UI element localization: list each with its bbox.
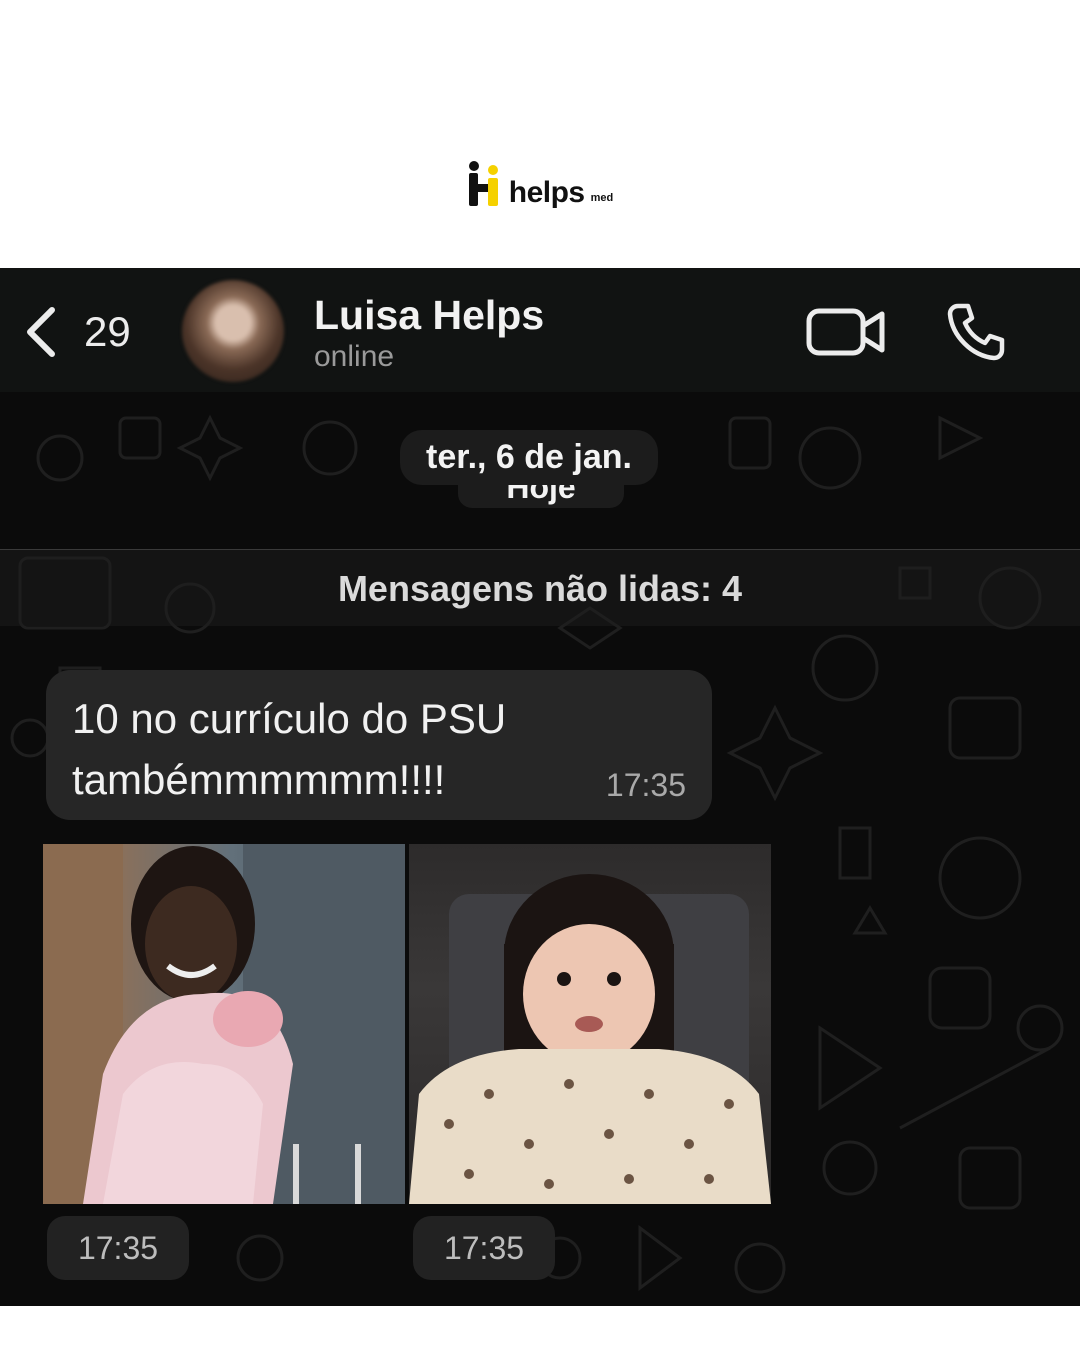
chat-header: 29 Luisa Helps online [0,268,1080,392]
chevron-left-icon[interactable] [22,304,62,360]
unread-messages-label: Mensagens não lidas: 4 [337,568,743,609]
image-time-1: 17:35 [47,1216,189,1280]
helpsmed-logo: helps med [467,160,613,208]
chat-screen: 29 Luisa Helps online Hoje ter., 6 de ja… [0,268,1080,1306]
photo-woman-smiling [43,844,405,1204]
unread-chats-count[interactable]: 29 [84,308,131,356]
image-time-2: 17:35 [413,1216,555,1280]
photo-child-jacket [409,874,771,1204]
contact-status: online [314,340,395,373]
brand-suffix: med [590,192,614,204]
contact-name[interactable]: Luisa Helps [314,292,544,339]
phone-icon[interactable] [944,300,1008,364]
date-separator: ter., 6 de jan. [400,430,658,485]
brand-header: helps med [0,158,1080,210]
message-time: 17:35 [605,767,686,803]
helps-logo-icon [468,161,498,206]
message-bubble[interactable]: 10 no currículo do PSU tambémmmmmm!!!! 1… [46,670,712,820]
video-camera-icon[interactable] [806,306,886,358]
image-message-2[interactable] [409,844,771,1204]
brand-wordmark: helps [508,176,585,209]
image-message-1[interactable] [43,844,405,1204]
message-text: 10 no currículo do PSU tambémmmmmm!!!! [72,695,507,803]
avatar[interactable] [182,280,284,382]
